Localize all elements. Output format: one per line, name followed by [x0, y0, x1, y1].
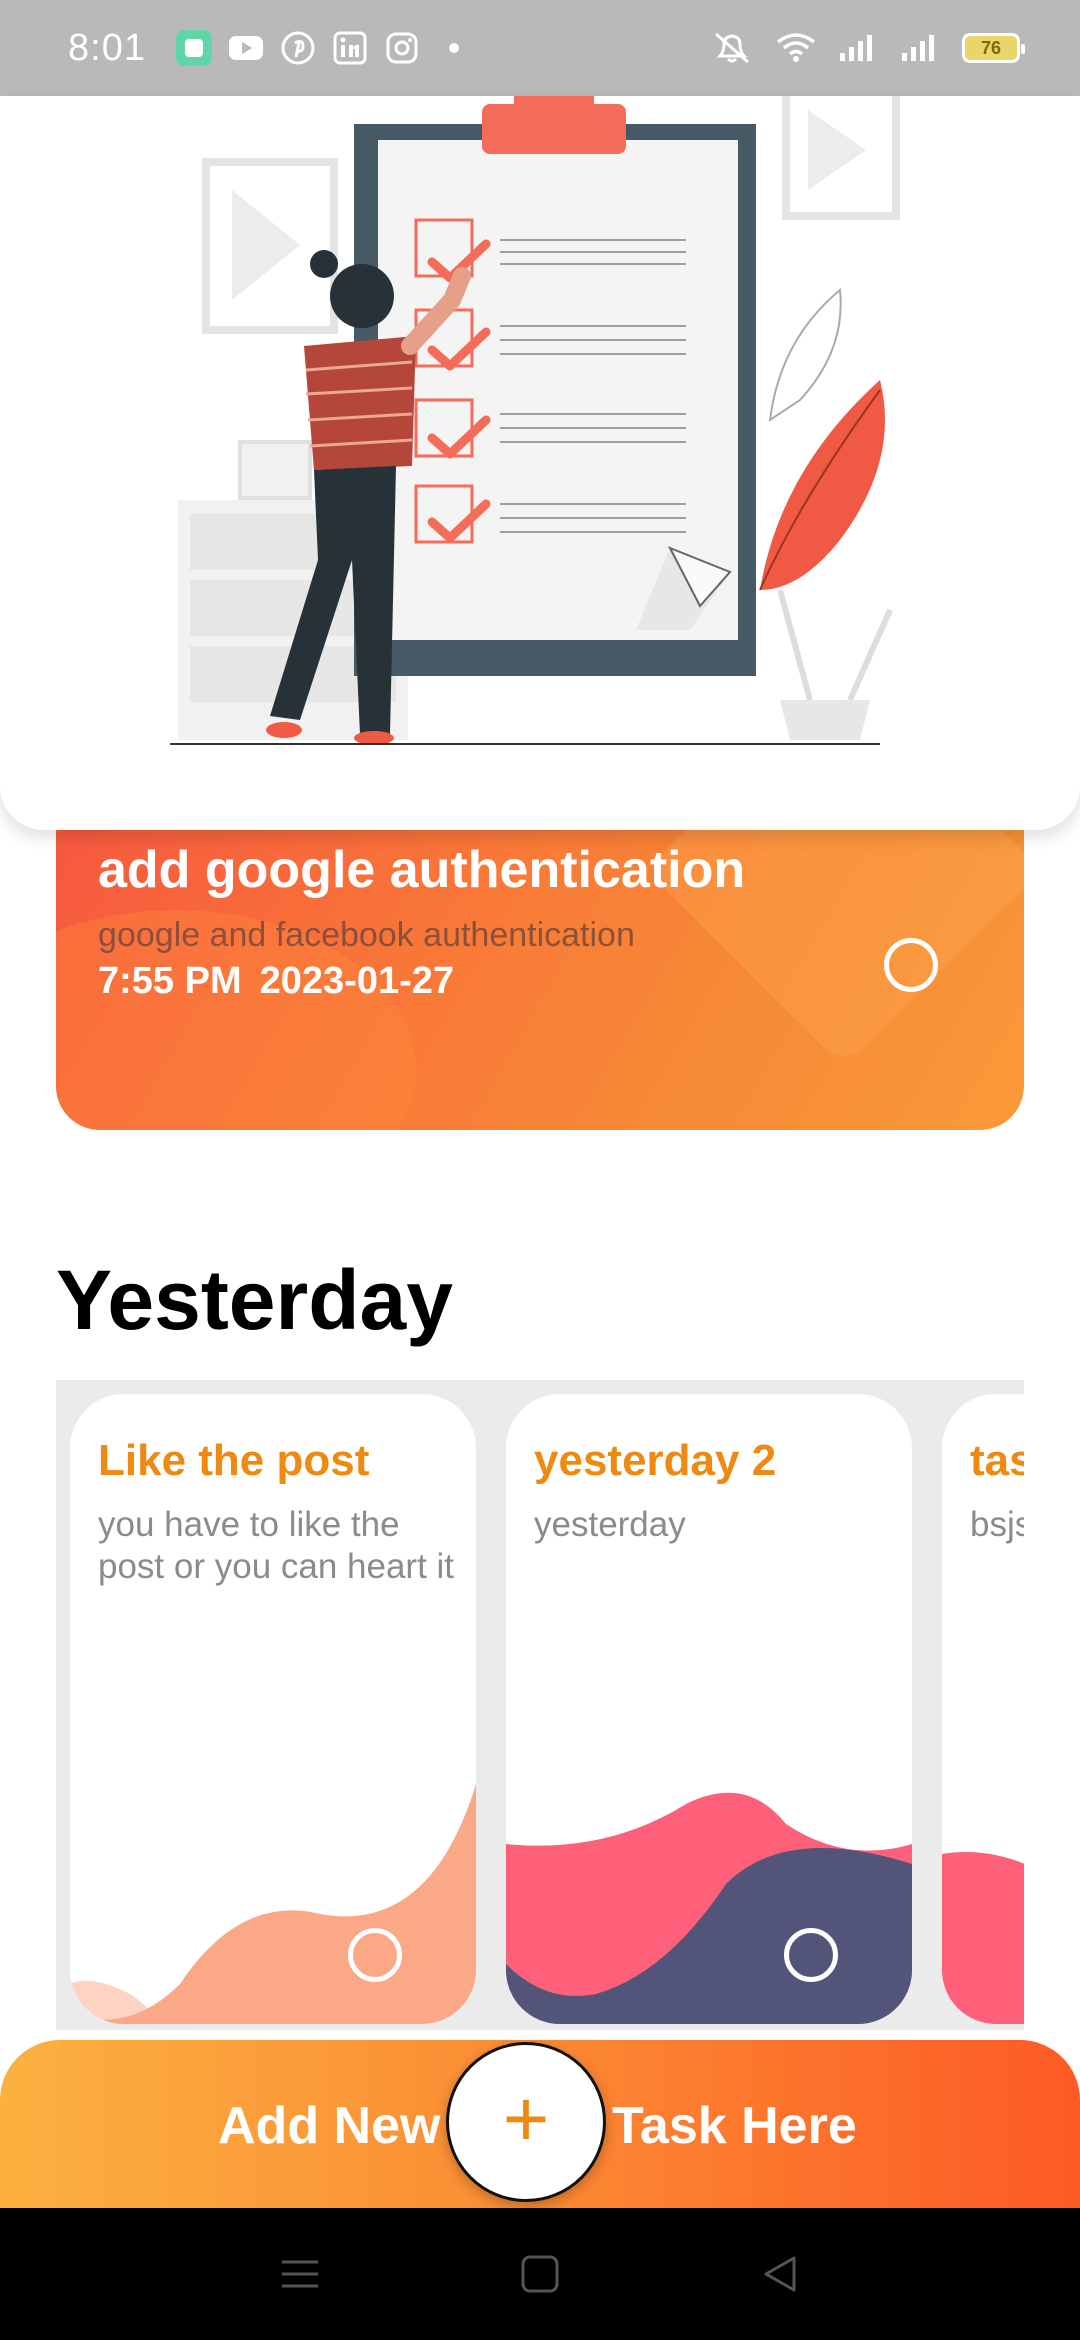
- status-time: 8:01: [68, 26, 146, 69]
- section-heading-yesterday: Yesterday: [56, 1253, 453, 1347]
- pinterest-icon: [280, 30, 316, 66]
- home-icon[interactable]: [520, 2254, 560, 2294]
- task-description: google and facebook authentication: [98, 916, 635, 954]
- yesterday-task-card[interactable]: tas bsjs: [942, 1394, 1024, 2024]
- card-wave-decoration: [70, 1784, 476, 2024]
- task-date: 2023-01-27: [259, 960, 455, 1002]
- mute-icon: [715, 32, 749, 64]
- task-title: add google authentication: [98, 841, 746, 899]
- card-wave-decoration: [942, 1852, 1024, 2024]
- add-task-button[interactable]: +: [446, 2042, 606, 2202]
- menu-icon[interactable]: [280, 2256, 320, 2292]
- wifi-icon: [776, 33, 816, 62]
- instagram-icon: [384, 30, 420, 66]
- add-label-right: Task Here: [612, 2097, 857, 2155]
- task-time: 7:55 PM: [98, 960, 242, 1002]
- status-bar: 8:01 76: [0, 0, 1080, 96]
- task-card[interactable]: add google authentication google and fac…: [56, 790, 1024, 1130]
- yesterday-task-list[interactable]: Like the post you have to like the post …: [56, 1380, 1024, 2030]
- yesterday-task-card[interactable]: yesterday 2 yesterday: [506, 1394, 912, 2024]
- youtube-icon: [228, 30, 264, 66]
- task-complete-toggle[interactable]: [348, 1928, 402, 1982]
- system-navigation-bar: [0, 2208, 1080, 2340]
- signal-icon-2: [902, 35, 934, 61]
- card-wave-decoration: [506, 1792, 912, 2024]
- card-description: yesterday: [534, 1505, 686, 1544]
- checklist-illustration: [170, 96, 900, 745]
- signal-icon-1: [840, 35, 872, 61]
- yesterday-task-card[interactable]: Like the post you have to like the post …: [70, 1394, 476, 2024]
- battery-level: 76: [980, 37, 1002, 58]
- hero-illustration-card: [0, 96, 1080, 830]
- card-description: bsjs: [970, 1505, 1024, 1544]
- battery-icon: 76: [962, 33, 1025, 63]
- linkedin-icon: [332, 30, 368, 66]
- card-title: tas: [970, 1436, 1024, 1485]
- notification-icons: [175, 30, 472, 66]
- task-complete-toggle[interactable]: [784, 1928, 838, 1982]
- card-description: you have to like the post or you can hea…: [98, 1505, 455, 1586]
- task-datetime: 7:55 PM 2023-01-27: [98, 960, 454, 1003]
- plus-icon: +: [502, 2074, 550, 2163]
- card-decoration: [646, 790, 1024, 1068]
- back-icon[interactable]: [760, 2254, 800, 2294]
- dot-icon: [436, 30, 472, 66]
- app-icon: [175, 30, 212, 66]
- add-label-left: Add New: [218, 2097, 441, 2155]
- card-title: Like the post: [98, 1436, 370, 1485]
- task-complete-toggle[interactable]: [884, 938, 938, 992]
- status-indicators: 76: [710, 30, 1025, 66]
- card-title: yesterday 2: [534, 1436, 777, 1485]
